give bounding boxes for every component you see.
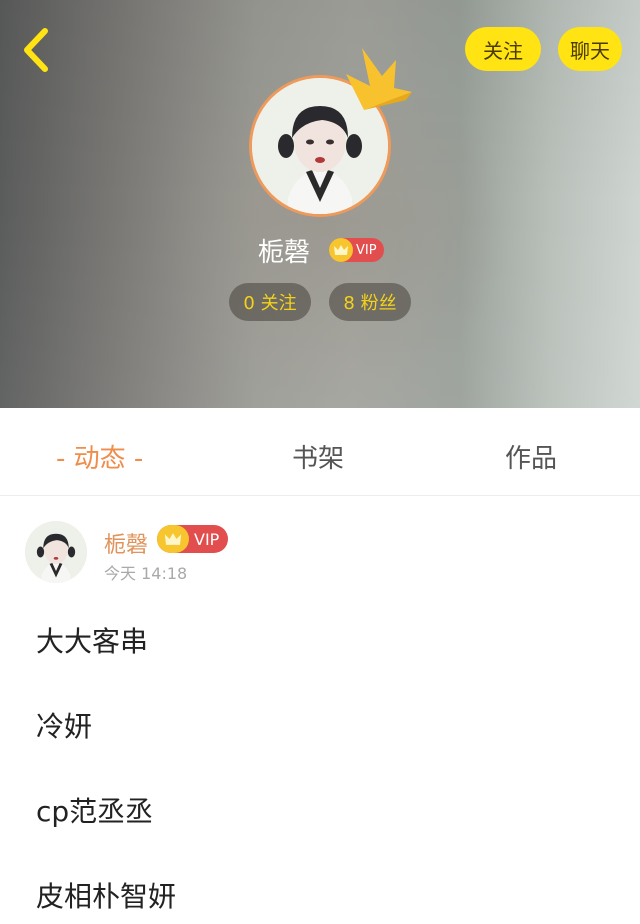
post-text-line: 冷妍: [36, 710, 93, 743]
post-author-name[interactable]: 栀磬: [104, 527, 148, 559]
tab-bookshelf[interactable]: 书架: [292, 438, 344, 475]
profile-tabs: - 动态 - 书架 作品: [0, 408, 640, 496]
chat-button[interactable]: 聊天: [558, 27, 622, 71]
chevron-left-icon: [24, 28, 48, 72]
post-text-line: cp范丞丞: [36, 795, 154, 828]
vip-badge: VIP: [329, 238, 384, 262]
profile-header: 关注 聊天 栀磬 VIP 0 关注 8 粉丝: [0, 0, 640, 408]
vip-label: VIP: [194, 529, 220, 549]
post-author-avatar[interactable]: [25, 521, 87, 583]
fans-count[interactable]: 8 粉丝: [329, 283, 411, 321]
back-button[interactable]: [14, 24, 58, 76]
following-count[interactable]: 0 关注: [229, 283, 311, 321]
post-timestamp: 今天 14:18: [104, 564, 188, 583]
post-text-line: 皮相朴智妍: [36, 880, 177, 913]
vip-crown-icon: [329, 238, 353, 262]
avatar-portrait-icon: [25, 521, 87, 583]
crown-icon: [346, 48, 412, 110]
vip-crown-icon: [157, 525, 189, 553]
post-text-line: 大大客串: [36, 625, 149, 658]
post-vip-badge: VIP: [157, 525, 229, 553]
vip-label: VIP: [356, 242, 377, 258]
profile-nickname: 栀磬: [258, 238, 311, 268]
follow-button[interactable]: 关注: [465, 27, 541, 71]
tab-moments[interactable]: - 动态 -: [56, 438, 143, 475]
tab-works[interactable]: 作品: [505, 438, 557, 475]
